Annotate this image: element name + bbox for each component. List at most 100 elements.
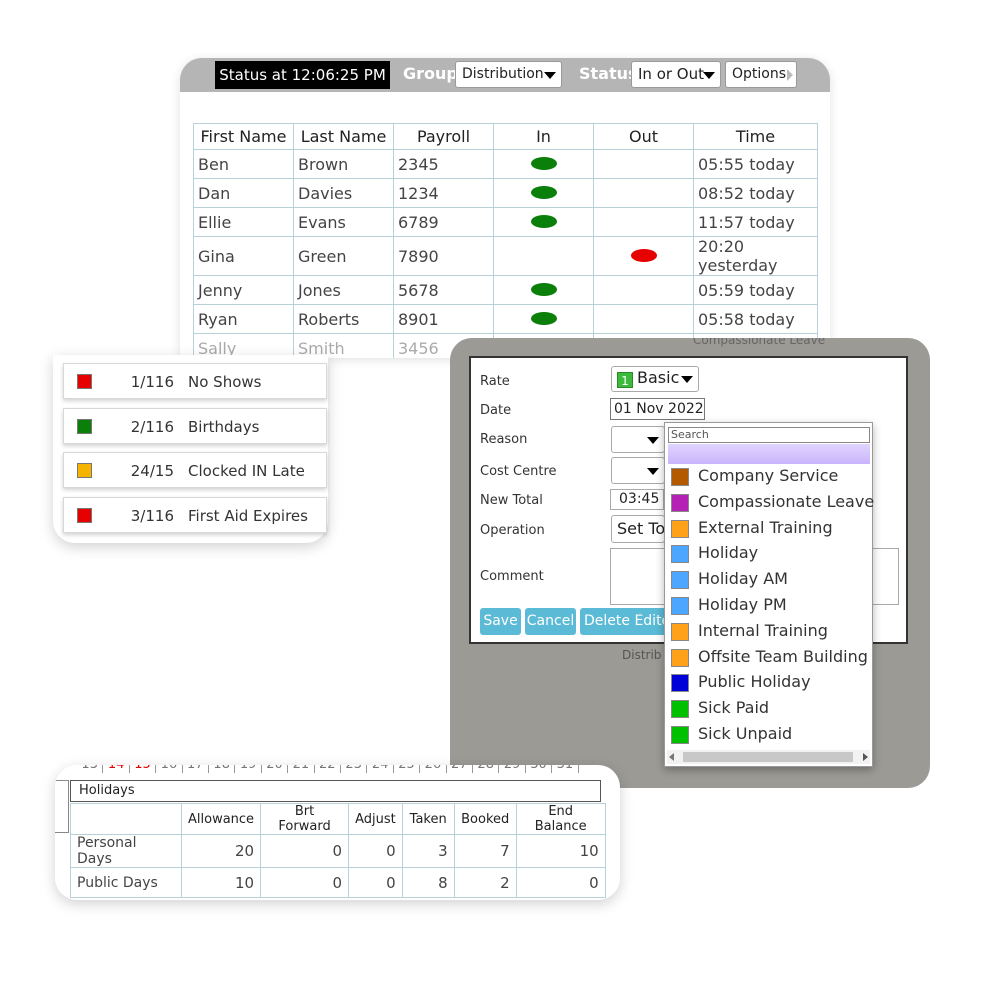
calendar-day[interactable]: 26 <box>420 765 447 773</box>
reason-option[interactable]: Offsite Team Building <box>671 647 871 669</box>
scroll-left-icon[interactable] <box>669 753 674 761</box>
alert-birthdays[interactable]: 2/116 Birthdays <box>63 408 327 444</box>
save-button[interactable]: Save <box>480 608 521 635</box>
scroll-right-icon[interactable] <box>863 753 868 761</box>
table-row[interactable]: Ben Brown 2345 05:55 today <box>193 149 818 179</box>
reason-option-label: Compassionate Leave <box>698 491 875 511</box>
reason-option[interactable]: Holiday <box>671 543 871 565</box>
calendar-day[interactable]: 17 <box>183 765 209 773</box>
calendar-day[interactable]: 22 <box>315 765 341 773</box>
date-field[interactable]: 01 Nov 2022 <box>610 398 705 420</box>
calendar-day[interactable]: 19 <box>235 765 262 773</box>
table-row[interactable]: Ryan Roberts 8901 05:58 today <box>193 304 818 334</box>
col-blank <box>70 803 182 835</box>
alert-color-swatch <box>77 419 92 434</box>
time-cell: 08:52 today <box>693 178 818 208</box>
calendar-day[interactable]: 23 <box>341 765 368 773</box>
value-cell: 10 <box>515 834 606 868</box>
col-time[interactable]: Time <box>693 123 818 150</box>
reason-option[interactable]: Sick Unpaid <box>671 724 871 746</box>
in-cell <box>493 236 594 276</box>
col-last-name[interactable]: Last Name <box>293 123 394 150</box>
last-name-cell: Davies <box>293 178 394 208</box>
last-name-cell: Brown <box>293 149 394 179</box>
operation-select[interactable]: Set To <box>611 515 665 543</box>
calendar-day[interactable]: 13 <box>77 765 104 773</box>
reason-option[interactable]: External Training <box>671 518 871 540</box>
calendar-day[interactable]: 25 <box>394 765 421 773</box>
options-button[interactable]: Options <box>725 61 797 88</box>
calendar-day[interactable]: 28 <box>473 765 500 773</box>
col-booked: Booked <box>453 803 517 835</box>
date-label: Date <box>480 403 512 418</box>
calendar-day[interactable]: 24 <box>367 765 394 773</box>
reason-color-swatch <box>671 700 689 719</box>
new-total-field[interactable]: 03:45 <box>610 489 664 510</box>
reason-option[interactable]: Compassionate Leave <box>671 491 875 514</box>
rate-select[interactable]: 1 Basic <box>611 366 699 392</box>
scrollbar-thumb[interactable] <box>683 752 853 762</box>
first-name-cell: Gina <box>193 236 294 276</box>
in-cell <box>493 304 594 334</box>
value-cell: 0 <box>260 834 350 868</box>
calendar-day[interactable]: 27 <box>447 765 473 773</box>
out-cell <box>593 275 694 305</box>
table-row[interactable]: Gina Green 7890 20:20 yesterday <box>193 236 818 276</box>
reason-option[interactable]: Holiday PM <box>671 595 871 617</box>
alert-first-aid-expires[interactable]: 3/116 First Aid Expires <box>63 497 327 533</box>
reason-dropdown-highlight[interactable] <box>668 444 870 464</box>
calendar-day-strip: 13141516171819202122232425262728293031 <box>55 765 620 773</box>
calendar-day[interactable]: 15 <box>130 765 157 773</box>
reason-option[interactable]: Company Service <box>671 466 871 488</box>
col-in[interactable]: In <box>493 123 594 150</box>
reason-dropdown: Search Company Service Compassionate Leav… <box>664 422 875 767</box>
status-select[interactable]: In or Out <box>631 61 721 88</box>
value-cell: 0 <box>260 867 350 898</box>
group-select[interactable]: Distribution <box>455 61 562 88</box>
col-out[interactable]: Out <box>593 123 694 150</box>
first-name-cell: Ellie <box>193 207 294 237</box>
last-name-cell: Green <box>293 236 394 276</box>
alert-color-swatch <box>77 508 92 523</box>
reason-color-swatch <box>671 597 689 615</box>
calendar-day[interactable]: 30 <box>526 765 553 773</box>
calendar-day[interactable]: 14 <box>103 765 130 773</box>
reason-color-swatch <box>671 571 689 590</box>
col-payroll[interactable]: Payroll <box>393 123 494 150</box>
delete-edit-button[interactable]: Delete Edite <box>580 608 670 635</box>
calendar-day[interactable]: 16 <box>156 765 183 773</box>
alert-clocked-in-late[interactable]: 24/15 Clocked IN Late <box>63 452 327 488</box>
first-name-cell: Dan <box>193 178 294 208</box>
table-row[interactable]: Jenny Jones 5678 05:59 today <box>193 275 818 305</box>
cost-centre-select[interactable] <box>611 457 665 484</box>
reason-select[interactable] <box>611 426 665 453</box>
reason-search-input[interactable]: Search <box>668 427 870 443</box>
value-cell: 0 <box>515 867 606 898</box>
horizontal-scrollbar[interactable] <box>667 750 870 764</box>
cancel-button[interactable]: Cancel <box>525 608 576 635</box>
calendar-day[interactable]: 29 <box>499 765 526 773</box>
col-allowance: Allowance <box>180 803 262 835</box>
reason-option[interactable]: Public Holiday <box>671 672 871 694</box>
calendar-day[interactable]: 31 <box>552 765 579 773</box>
reason-option[interactable]: Holiday AM <box>671 569 871 591</box>
reason-option-label: Sick Unpaid <box>698 724 793 743</box>
alerts-panel: 1/116 No Shows 2/116 Birthdays 24/15 Clo… <box>53 355 328 543</box>
col-first-name[interactable]: First Name <box>193 123 294 150</box>
alert-count: 24/15 <box>130 462 174 480</box>
reason-option-label: External Training <box>698 517 833 537</box>
table-row[interactable]: Dan Davies 1234 08:52 today <box>193 178 818 208</box>
calendar-day[interactable]: 18 <box>209 765 236 773</box>
reason-option[interactable]: Internal Training <box>671 621 871 643</box>
alert-no-shows[interactable]: 1/116 No Shows <box>63 363 327 399</box>
reason-option-label: Public Holiday <box>698 672 811 692</box>
calendar-day[interactable]: 21 <box>288 765 315 773</box>
time-cell: 11:57 today <box>693 207 818 237</box>
time-cell: 05:55 today <box>693 149 818 179</box>
reason-option[interactable]: Sick Paid <box>671 698 871 720</box>
out-cell <box>593 304 694 334</box>
reason-option-label: Holiday AM <box>698 569 788 589</box>
status-clock: Status at 12:06:25 PM <box>215 61 390 89</box>
table-row[interactable]: Ellie Evans 6789 11:57 today <box>193 207 818 237</box>
calendar-day[interactable]: 20 <box>262 765 289 773</box>
